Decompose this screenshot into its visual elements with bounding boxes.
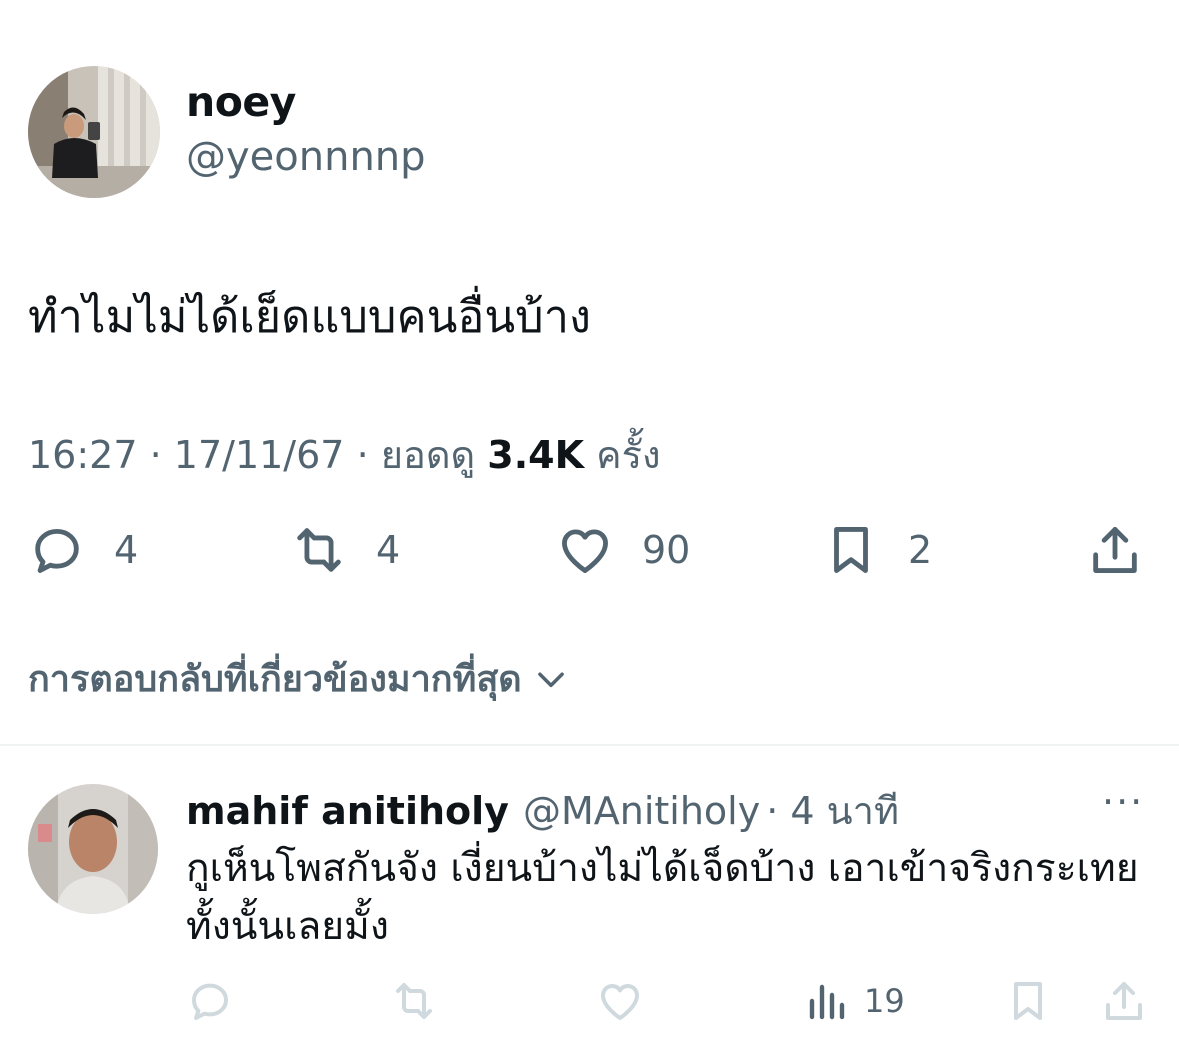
reply-text: กูเห็นโพสกันจัง เงี่ยนบ้างไม่ได้เจ็ดบ้าง… (186, 846, 1139, 949)
reply-count: 4 (114, 528, 139, 572)
retweet-icon (297, 528, 341, 572)
reply-icon (192, 983, 228, 1020)
chevron-down-icon (537, 672, 564, 687)
reply-icon (35, 528, 79, 573)
tweet-text: ทำไมไม่ได้เย็ดแบบคนอื่นบ้าง (28, 290, 591, 343)
more-options-icon[interactable]: ··· (1102, 780, 1144, 824)
share-icon (1106, 982, 1142, 1020)
reply-share-button[interactable] (1100, 976, 1148, 1026)
reply-views-count: 19 (864, 982, 905, 1020)
share-button[interactable] (1086, 520, 1144, 580)
divider (0, 744, 1179, 746)
heart-icon (601, 984, 639, 1020)
reply-author-handle[interactable]: @MAnitiholy (523, 789, 760, 833)
reply-author-avatar[interactable] (28, 784, 158, 914)
author-avatar[interactable] (28, 66, 160, 198)
bookmark-icon (1014, 982, 1042, 1020)
tweet-time[interactable]: 16:27 (28, 433, 138, 477)
retweet-count: 4 (376, 528, 401, 572)
like-button[interactable]: 90 (556, 520, 690, 580)
tweet-date[interactable]: 17/11/67 (174, 433, 345, 477)
tweet-meta: 16:27 · 17/11/67 · ยอดดู 3.4K ครั้ง (28, 424, 661, 485)
reply-views-button[interactable]: 19 (802, 976, 905, 1026)
meta-separator: · (149, 433, 162, 477)
like-count: 90 (642, 528, 691, 572)
reply-bookmark-button[interactable] (1004, 976, 1052, 1026)
heart-icon (562, 529, 608, 573)
bookmark-button[interactable]: 2 (822, 520, 932, 580)
views-count[interactable]: 3.4K (487, 433, 584, 477)
reply-like-button[interactable] (596, 976, 644, 1026)
sort-label: การตอบกลับที่เกี่ยวข้องมากที่สุด (28, 659, 522, 700)
reply-time[interactable]: · 4 นาที (766, 780, 899, 841)
meta-separator: · (356, 433, 369, 477)
reply-retweet-button[interactable] (390, 976, 438, 1026)
reply-author-name[interactable]: mahif anitiholy (186, 789, 509, 833)
bookmark-count: 2 (908, 528, 933, 572)
views-suffix: ครั้ง (596, 433, 661, 477)
reply-sort-selector[interactable]: การตอบกลับที่เกี่ยวข้องมากที่สุด (28, 650, 570, 707)
author-handle[interactable]: @yeonnnnp (186, 134, 426, 180)
reply-reply-button[interactable] (186, 976, 234, 1026)
retweet-button[interactable]: 4 (290, 520, 400, 580)
retweet-icon (396, 983, 432, 1019)
reply-button[interactable]: 4 (28, 520, 138, 580)
reply-header: mahif anitiholy @MAnitiholy · 4 นาที (186, 780, 899, 841)
views-label: ยอดดู (380, 433, 476, 477)
views-chart-icon (809, 984, 845, 1020)
share-icon (1093, 527, 1137, 573)
author-name[interactable]: noey (186, 78, 296, 126)
bookmark-icon (834, 527, 868, 573)
